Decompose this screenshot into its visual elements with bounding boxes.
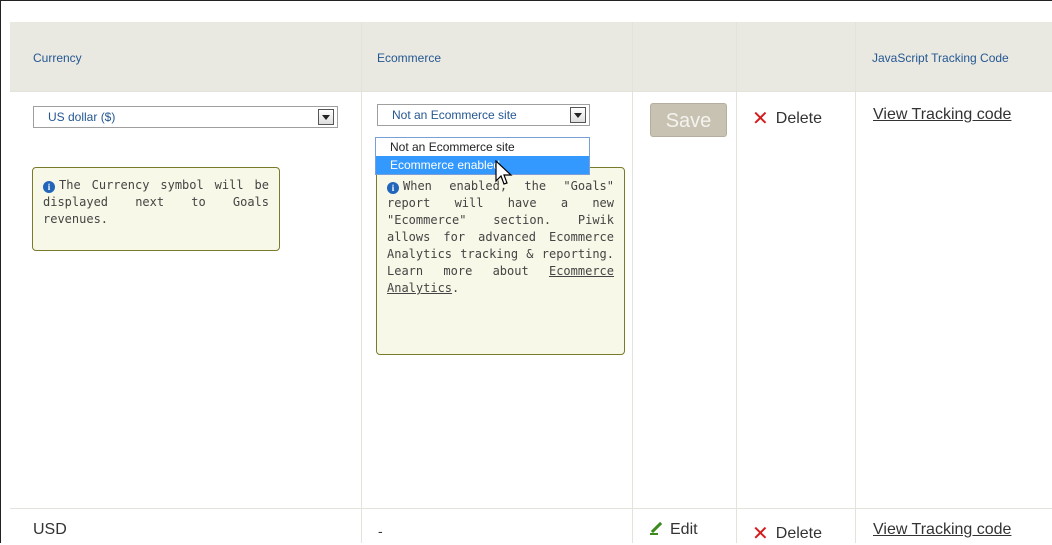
view-tracking-code-link[interactable]: View Tracking code [873,106,1011,124]
mouse-pointer-icon [495,160,513,185]
currency-select-value: US dollar ($) [48,110,116,124]
currency-select[interactable]: US dollar ($) [33,106,338,128]
view-tracking-code-label: View Tracking code [873,521,1012,538]
dropdown-option-ecommerce-enabled[interactable]: Ecommerce enabled [376,156,589,174]
info-icon: i [387,182,399,194]
close-icon: ✕ [752,106,769,130]
edit-label: Edit [670,521,698,538]
header-tracking-code[interactable]: JavaScript Tracking Code [872,51,1052,65]
dropdown-option-not-ecommerce[interactable]: Not an Ecommerce site [376,138,589,156]
ecommerce-help-end: . [452,281,460,295]
delete-button[interactable]: ✕ Delete [752,521,822,545]
delete-button[interactable]: ✕ Delete [752,106,822,130]
currency-help-text: The Currency symbol will be displayed ne… [43,178,269,226]
pencil-icon [650,521,664,535]
delete-label: Delete [775,110,823,127]
ecommerce-select-value: Not an Ecommerce site [392,108,517,122]
close-icon: ✕ [752,521,769,545]
row-ecommerce-value: - [378,523,383,539]
delete-label: Delete [775,525,823,542]
view-tracking-code-label: View Tracking code [873,106,1012,123]
save-button[interactable]: Save [650,103,727,137]
row-currency-value: USD [33,521,67,538]
row-divider [10,508,1052,509]
column-divider [736,22,737,543]
header-currency[interactable]: Currency [33,51,82,65]
chevron-down-icon[interactable] [318,109,334,125]
ecommerce-help-tooltip: i When enabled, the "Goals" report will h… [376,167,625,355]
row-divider [10,91,1052,92]
currency-help-tooltip: i The Currency symbol will be displayed n… [32,167,280,251]
header-ecommerce[interactable]: Ecommerce [377,51,441,65]
edit-button[interactable]: Edit [650,521,698,539]
view-tracking-code-link[interactable]: View Tracking code [873,521,1011,539]
column-divider [361,22,362,543]
column-divider [632,22,633,543]
ecommerce-dropdown-list[interactable]: Not an Ecommerce site Ecommerce enabled [375,137,590,175]
chevron-down-icon[interactable] [570,107,586,123]
column-divider [855,22,856,543]
ecommerce-select[interactable]: Not an Ecommerce site [377,104,590,126]
info-icon: i [43,181,55,193]
